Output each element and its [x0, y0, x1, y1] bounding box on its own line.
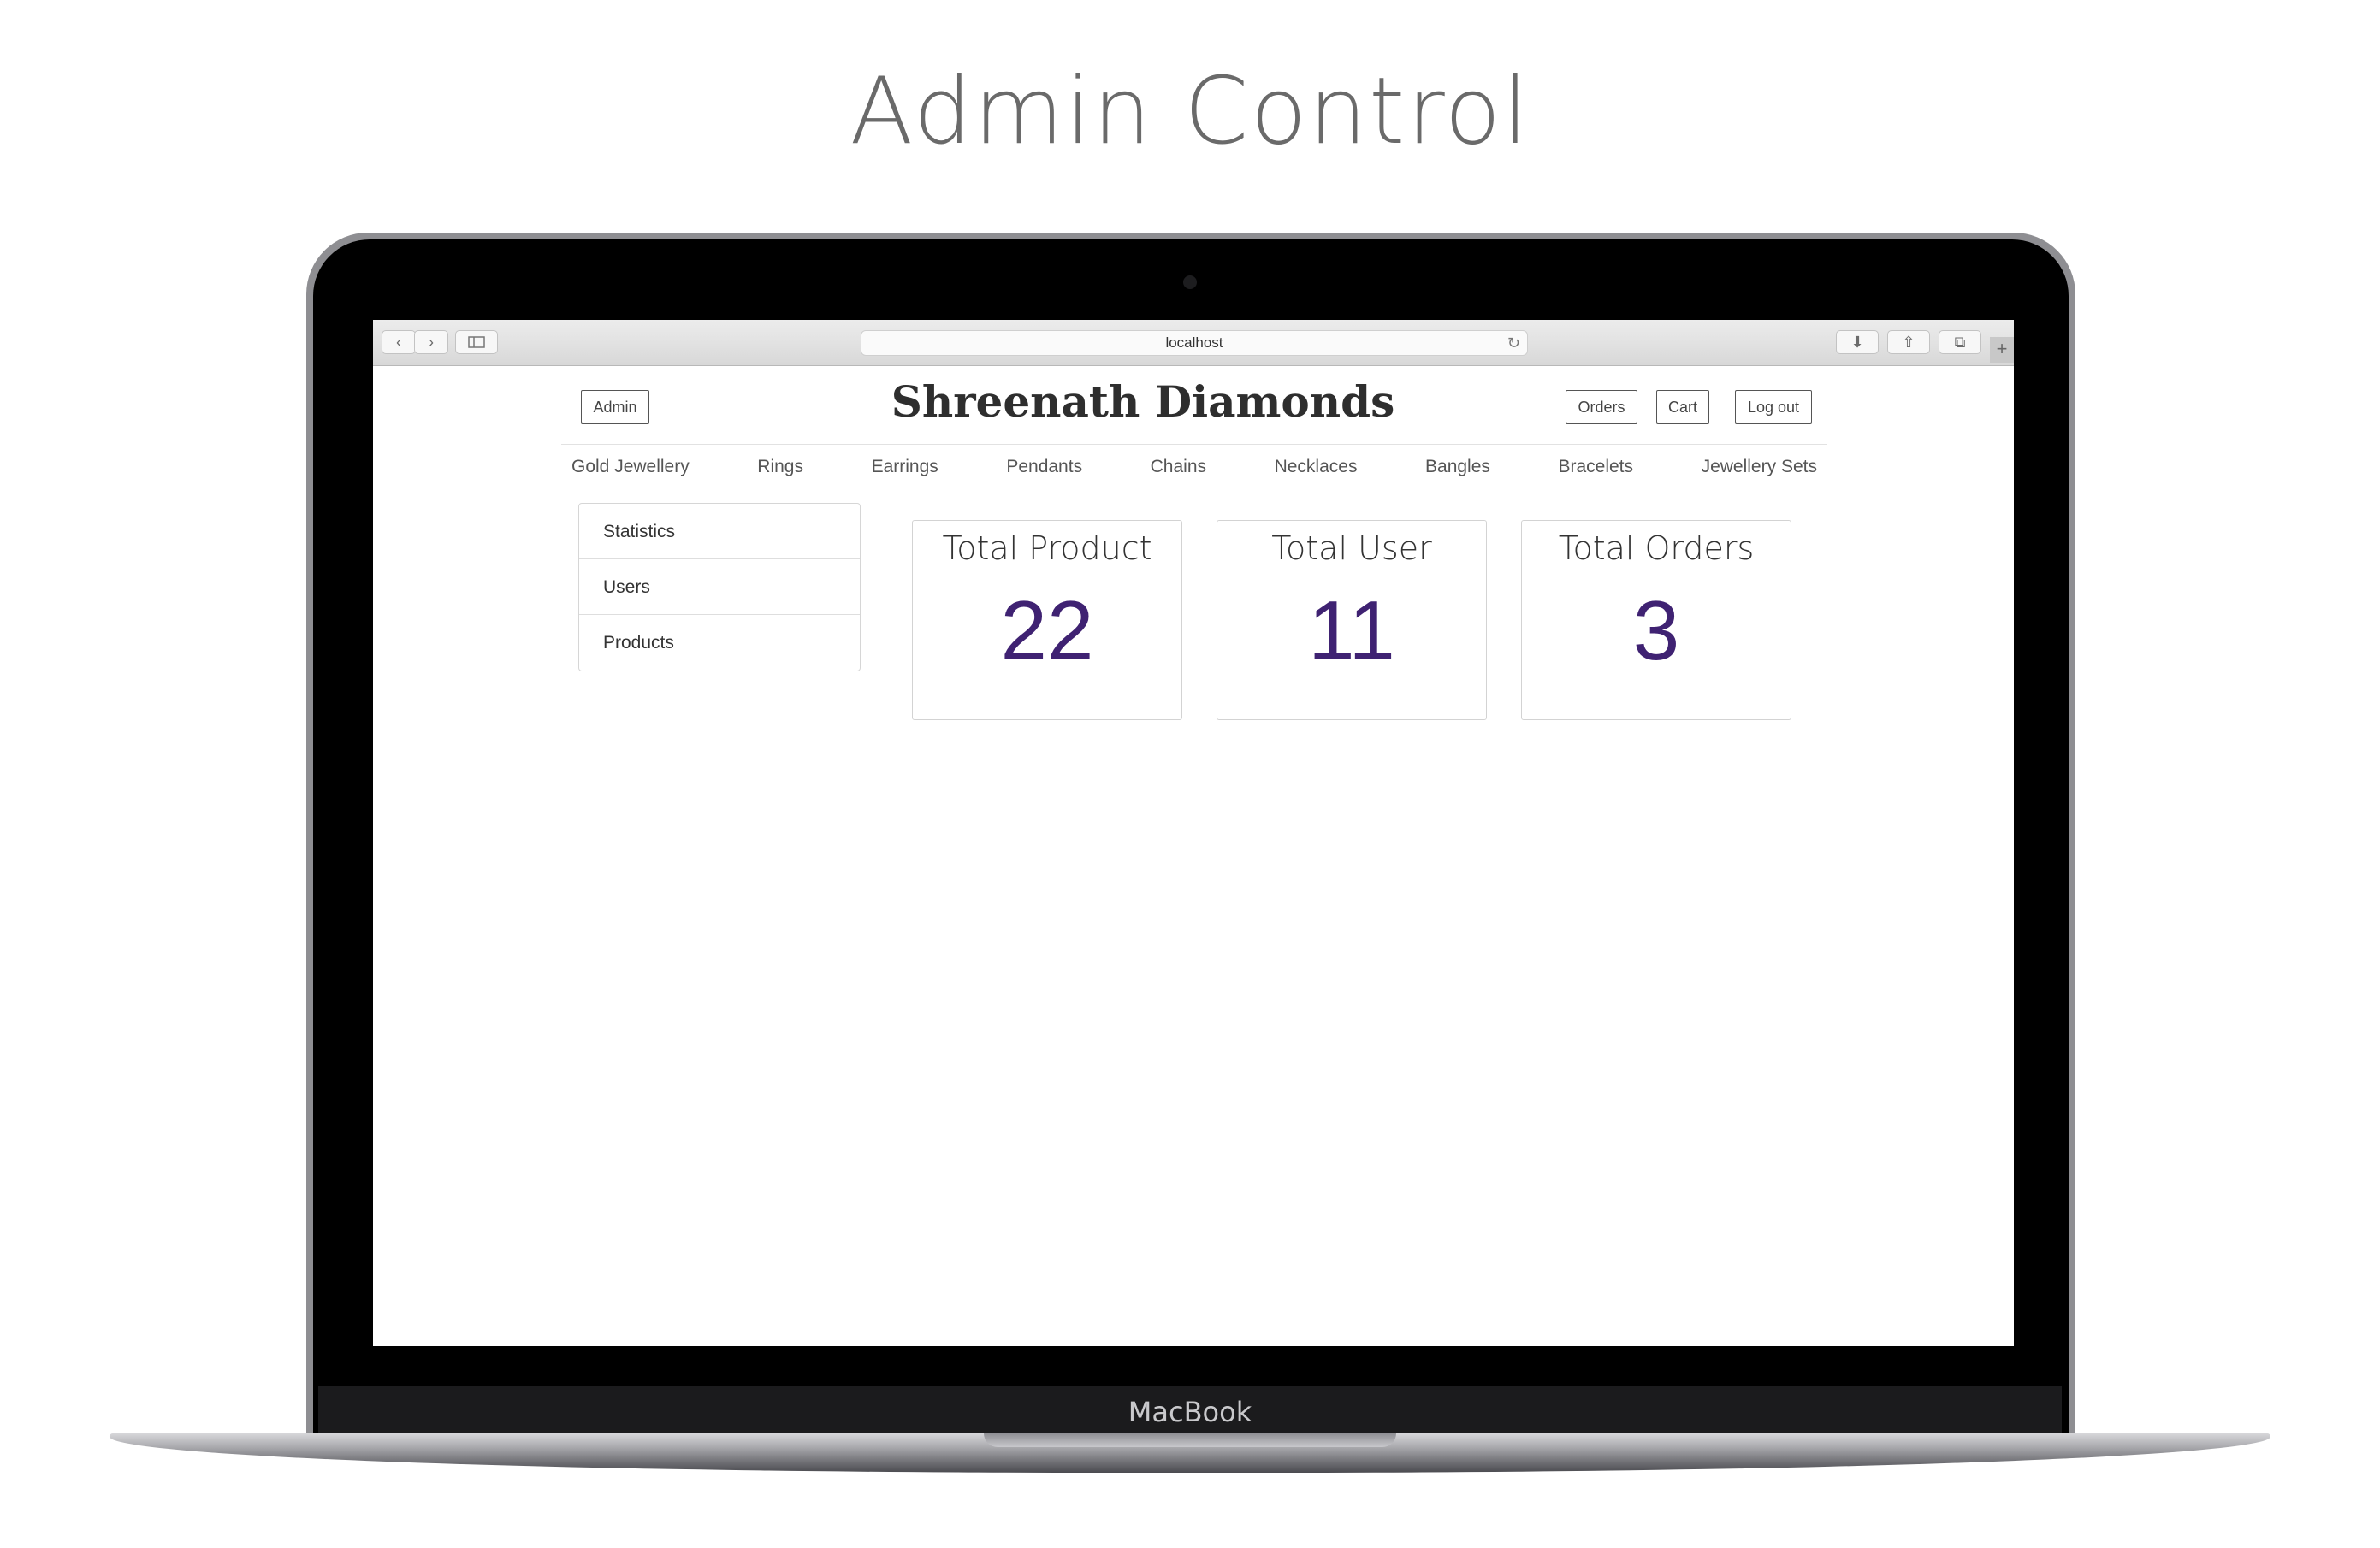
site-title: Shreenath Diamonds [891, 376, 1395, 427]
camera [1183, 275, 1197, 289]
nav-item-pendants[interactable]: Pendants [1006, 457, 1082, 486]
admin-button[interactable]: Admin [581, 390, 649, 424]
device-brand: MacBook [1128, 1396, 1252, 1428]
forward-button[interactable]: › [414, 330, 448, 354]
new-tab-button[interactable]: + [1990, 337, 2014, 363]
reload-icon[interactable]: ↻ [1507, 331, 1520, 355]
stat-label: Total User [1271, 529, 1432, 567]
admin-sidebar: Statistics Users Products [578, 503, 861, 671]
nav-item-earrings[interactable]: Earrings [872, 457, 938, 486]
stat-label: Total Orders [1558, 529, 1755, 567]
nav-item-jewellery-sets[interactable]: Jewellery Sets [1702, 457, 1817, 486]
url-text: localhost [1165, 334, 1223, 351]
nav-divider [561, 444, 1827, 445]
chevron-left-icon: ‹ [396, 333, 401, 351]
stat-card-total-user: Total User 11 [1217, 520, 1487, 720]
nav-item-necklaces[interactable]: Necklaces [1275, 457, 1358, 486]
nav-item-gold-jewellery[interactable]: Gold Jewellery [571, 457, 690, 486]
stat-value: 22 [1000, 583, 1094, 677]
chevron-right-icon: › [429, 333, 434, 351]
sidebar-item-products[interactable]: Products [579, 615, 860, 671]
tabs-button[interactable]: ⧉ [1939, 330, 1981, 354]
category-nav: Gold Jewellery Rings Earrings Pendants C… [561, 457, 1827, 486]
stat-label: Total Product [942, 529, 1152, 567]
laptop-notch [984, 1433, 1396, 1447]
stat-value: 11 [1308, 583, 1395, 677]
nav-item-bracelets[interactable]: Bracelets [1558, 457, 1633, 486]
nav-item-chains[interactable]: Chains [1151, 457, 1206, 486]
stat-card-total-orders: Total Orders 3 [1521, 520, 1791, 720]
share-button[interactable]: ⇧ [1887, 330, 1930, 354]
tabs-icon: ⧉ [1954, 333, 1966, 351]
sidebar-icon [468, 336, 485, 348]
share-icon: ⇧ [1902, 333, 1915, 351]
nav-item-rings[interactable]: Rings [757, 457, 803, 486]
sidebar-toggle-button[interactable] [455, 330, 498, 354]
orders-button[interactable]: Orders [1566, 390, 1637, 424]
download-button[interactable]: ⬇ [1836, 330, 1879, 354]
back-button[interactable]: ‹ [382, 330, 416, 354]
plus-icon: + [1996, 338, 2008, 359]
browser-toolbar: ‹ › localhost ↻ ⬇ ⇧ ⧉ + [373, 320, 2014, 366]
logout-button[interactable]: Log out [1735, 390, 1812, 424]
address-bar[interactable]: localhost ↻ [861, 330, 1528, 356]
cart-button[interactable]: Cart [1656, 390, 1709, 424]
download-icon: ⬇ [1850, 333, 1864, 351]
page-heading: Admin Control [850, 58, 1530, 165]
browser-window: ‹ › localhost ↻ ⬇ ⇧ ⧉ + Admin Shreenath … [373, 320, 2014, 1346]
stat-card-total-product: Total Product 22 [912, 520, 1182, 720]
sidebar-item-users[interactable]: Users [579, 559, 860, 615]
stat-value: 3 [1632, 583, 1680, 677]
sidebar-item-statistics[interactable]: Statistics [579, 504, 860, 559]
nav-item-bangles[interactable]: Bangles [1425, 457, 1490, 486]
